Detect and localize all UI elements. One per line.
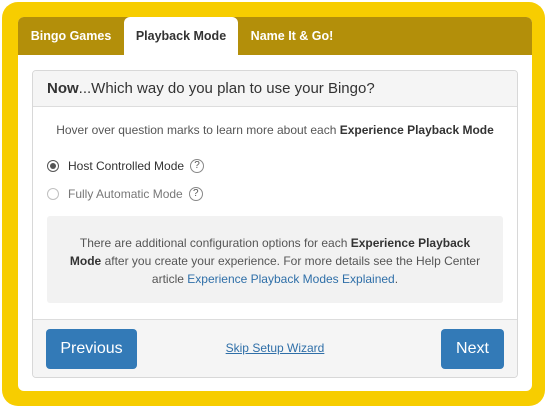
hover-hint: Hover over question marks to learn more … — [33, 123, 517, 137]
next-button[interactable]: Next — [441, 329, 504, 369]
info-box: There are additional configuration optio… — [47, 216, 503, 303]
option-host-controlled[interactable]: Host Controlled Mode ? — [47, 157, 205, 175]
hint-bold: Experience Playback Mode — [339, 123, 494, 137]
card-title: Now...Which way do you plan to use your … — [33, 71, 517, 107]
tab-playback-mode[interactable]: Playback Mode — [124, 17, 238, 55]
help-question-icon[interactable]: ? — [190, 159, 205, 173]
card-footer: Previous Skip Setup Wizard Next — [33, 319, 517, 377]
wizard-frame: Bingo Games Playback Mode Name It & Go! … — [2, 2, 545, 406]
help-center-link[interactable]: Experience Playback Modes Explained — [187, 272, 394, 286]
tab-name-it-go[interactable]: Name It & Go! — [238, 17, 346, 55]
option-label: Host Controlled Mode — [68, 159, 185, 173]
wizard-panel: Bingo Games Playback Mode Name It & Go! … — [18, 17, 532, 391]
card-title-rest: ...Which way do you plan to use your Bin… — [78, 80, 375, 97]
tab-bingo-games[interactable]: Bingo Games — [18, 17, 124, 55]
radio-fully-automatic[interactable] — [47, 188, 59, 200]
playback-card: Now...Which way do you plan to use your … — [32, 70, 518, 378]
help-question-icon[interactable]: ? — [188, 187, 203, 201]
hint-text: Hover over question marks to learn more … — [56, 123, 340, 137]
tab-bar: Bingo Games Playback Mode Name It & Go! — [18, 17, 532, 55]
info-text-3: . — [394, 272, 399, 286]
skip-label[interactable]: Skip Setup Wizard — [226, 341, 325, 355]
option-fully-automatic[interactable]: Fully Automatic Mode ? — [47, 185, 203, 203]
card-title-bold: Now — [47, 80, 79, 97]
radio-host-controlled[interactable] — [47, 160, 59, 172]
info-text-1: There are additional configuration optio… — [79, 236, 351, 250]
option-label: Fully Automatic Mode — [68, 187, 183, 201]
